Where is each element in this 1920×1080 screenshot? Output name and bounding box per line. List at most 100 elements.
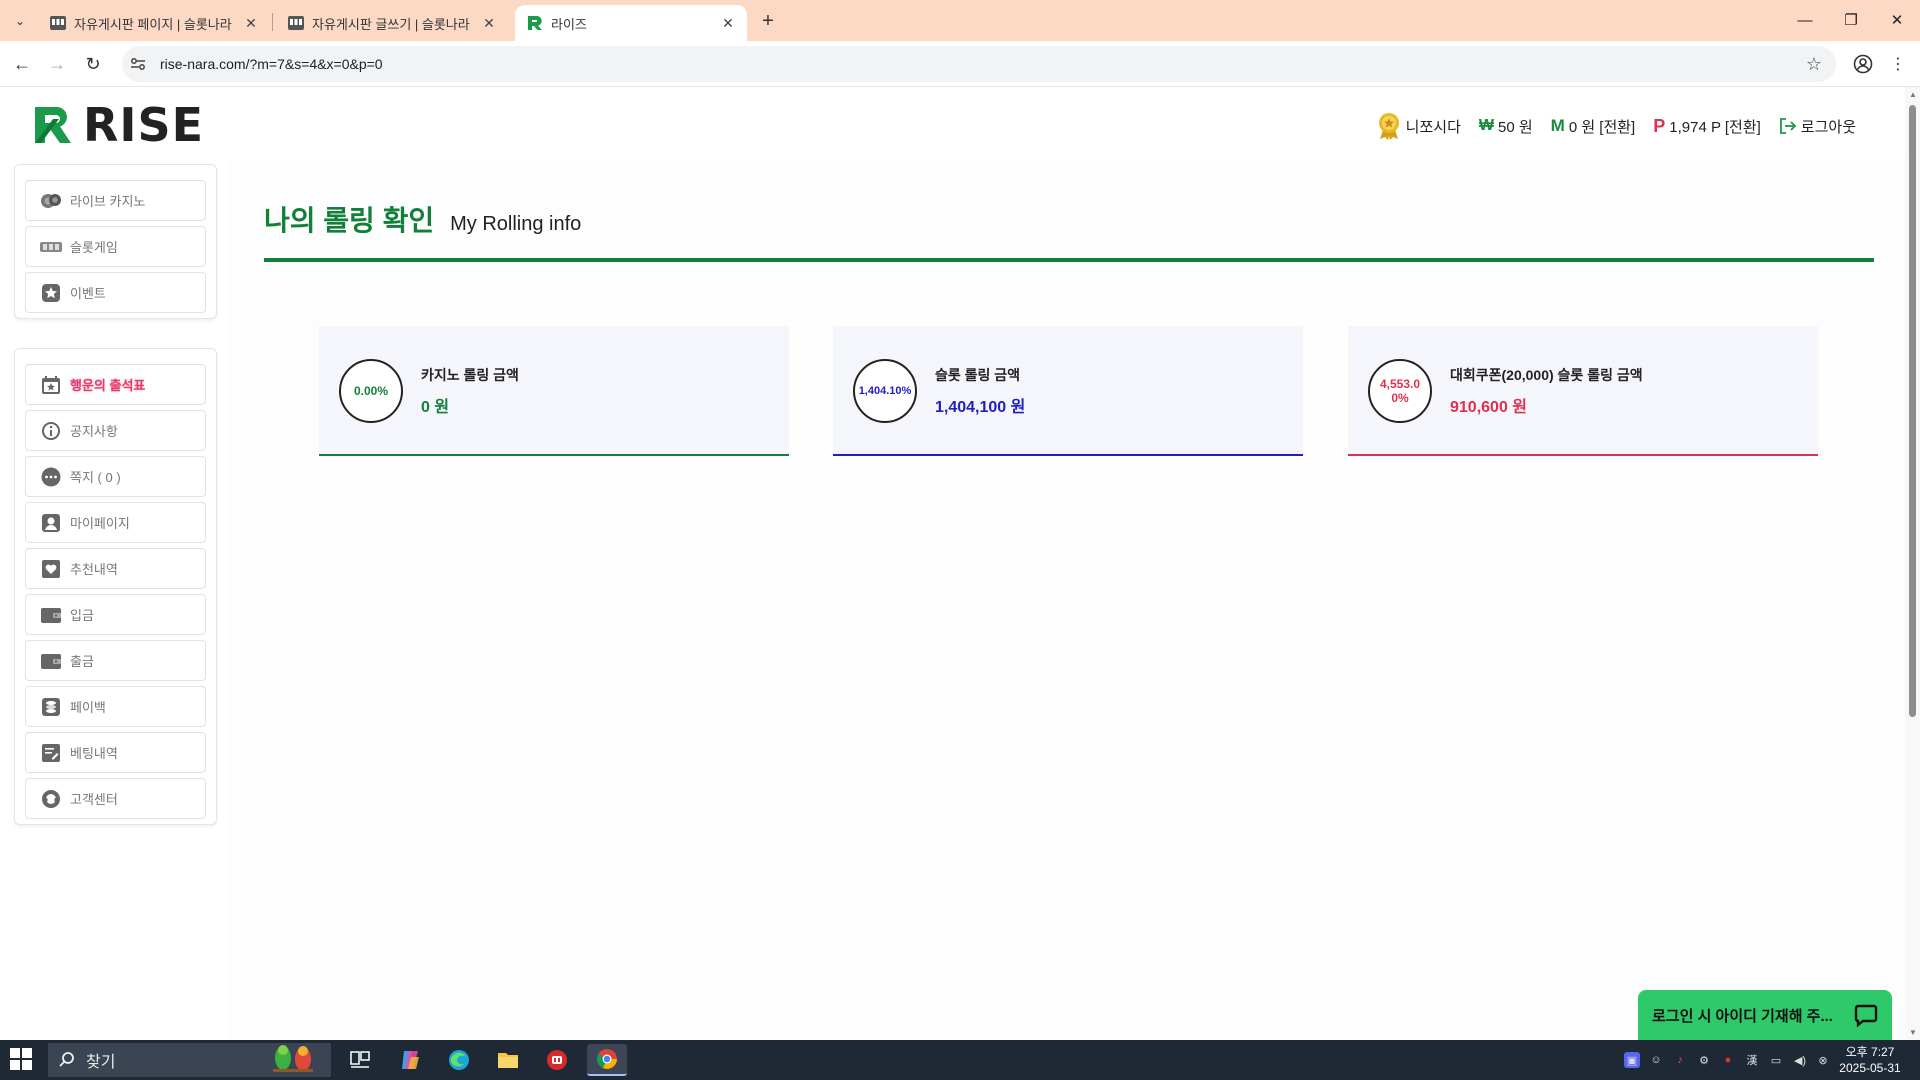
profile-icon[interactable] [1851,52,1875,76]
task-view-icon[interactable] [340,1044,380,1076]
tab-close-icon[interactable]: ✕ [480,14,498,32]
won-icon: ₩ [1478,117,1494,134]
tab-close-icon[interactable]: ✕ [719,14,737,32]
sidebar-item-label: 출금 [70,654,94,669]
chrome-browser-icon[interactable] [587,1044,627,1076]
logout-button[interactable]: 로그아웃 [1779,116,1856,137]
coin-stack-icon [40,696,62,718]
slotnara-favicon-icon [50,15,66,31]
close-window-icon[interactable]: ✕ [1882,8,1912,32]
info-icon [40,420,62,442]
sidebar-item-live-casino[interactable]: 라이브 카지노 [25,180,206,221]
slot-rolling-value: 1,404,100 원 [935,399,1026,416]
reload-icon[interactable]: ↻ [81,52,105,76]
site-info-icon[interactable] [128,54,148,74]
wallet-out-icon [40,650,62,672]
red-tray-icon[interactable]: ● [1720,1052,1736,1068]
minimize-icon[interactable]: — [1790,8,1820,32]
volume-icon[interactable]: ◀) [1792,1052,1808,1068]
back-arrow-icon[interactable]: ← [10,52,34,76]
sidebar-item-referral[interactable]: 추천내역 [25,548,206,589]
tab-close-icon[interactable]: ✕ [242,14,260,32]
tray-app-icon[interactable]: ▣ [1624,1052,1640,1068]
restore-icon[interactable]: ❐ [1836,8,1866,32]
document-edit-icon [40,742,62,764]
rise-logo-mark-icon [35,107,71,143]
coupon-rolling-card: 4,553.00% 대회쿠폰(20,000) 슬롯 롤링 금액 910,600 … [1348,326,1818,456]
scroll-up-icon[interactable]: ▲ [1909,90,1917,99]
point-balance[interactable]: P 1,974 P [전환] [1653,116,1761,137]
search-icon [59,1052,74,1067]
taskbar-search[interactable]: 찾기 [48,1043,331,1077]
coupon-rolling-value: 910,600 원 [1450,399,1528,416]
tab-title: 라이즈 [551,16,587,32]
taskbar-clock[interactable]: 오후 7:27 2025-05-31 [1835,1044,1905,1076]
sidebar-item-label: 추천내역 [70,562,118,577]
sidebar-item-deposit[interactable]: 입금 [25,594,206,635]
slotnara-favicon-icon [288,15,304,31]
sidebar-item-attendance[interactable]: 행운의 출석표 [25,364,206,405]
new-tab-button[interactable]: + [756,9,780,33]
sidebar-item-notice[interactable]: 공지사항 [25,410,206,451]
casino-rolling-label: 카지노 롤링 금액 [421,367,519,383]
won-balance-value: 50 원 [1497,118,1533,136]
red-app-icon[interactable] [537,1044,577,1076]
copilot-icon[interactable] [390,1044,430,1076]
logout-label: 로그아웃 [1800,118,1856,136]
clock-date: 2025-05-31 [1839,1061,1901,1075]
sidebar-item-customer-center[interactable]: 고객센터 [25,778,206,819]
tab-free-board-write[interactable]: 자유게시판 글쓰기 | 슬롯나라 ✕ [276,5,508,41]
live-chat-widget[interactable]: 로그인 시 아이디 기재해 주... [1638,990,1892,1040]
coupon-rolling-label: 대회쿠폰(20,000) 슬롯 롤링 금액 [1450,367,1643,383]
point-balance-value[interactable]: 1,974 P [전환] [1669,116,1761,137]
sidebar-item-withdraw[interactable]: 출금 [25,640,206,681]
windows-taskbar: 찾기 ▣ ☺ ♪ ⚙ ● 漢 ▭ ◀) ⊗ 오후 7:27 2025-05-31 [0,1040,1920,1080]
username: 니쪼시다 [1405,118,1461,136]
coupon-rolling-percent: 4,553.00% [1368,359,1432,423]
mic-tray-icon[interactable]: ♪ [1672,1052,1688,1068]
sidebar-item-payback[interactable]: 페이백 [25,686,206,727]
title-divider [264,258,1874,262]
sidebar-item-label: 베팅내역 [70,746,118,761]
sidebar-item-messages[interactable]: 쪽지 ( 0 ) [25,456,206,497]
windows-start-icon[interactable] [10,1048,34,1072]
sidebar-item-event[interactable]: 이벤트 [25,272,206,313]
tab-free-board-page[interactable]: 자유게시판 페이지 | 슬롯나라 ✕ [38,5,270,41]
scroll-down-icon[interactable]: ▼ [1909,1028,1917,1037]
clock-time: 오후 7:27 [1845,1045,1895,1059]
casino-rolling-value: 0 원 [421,399,450,416]
slot-rolling-card: 1,404.10% 슬롯 롤링 금액 1,404,100 원 [833,326,1303,456]
main-content-area [230,159,1905,1040]
scroll-thumb[interactable] [1909,105,1916,717]
page-scrollbar[interactable]: ▲ ▼ [1905,87,1920,1040]
chat-icon [1854,1003,1878,1031]
sidebar-item-slot-game[interactable]: 슬롯게임 [25,226,206,267]
sidebar-item-label: 마이페이지 [70,516,130,531]
steam-tray-icon[interactable]: ⚙ [1696,1052,1712,1068]
sidebar-item-betting-history[interactable]: 베팅내역 [25,732,206,773]
parrots-decoration-icon [263,1042,323,1079]
sidebar-item-label: 이벤트 [70,286,106,301]
sidebar-item-label: 슬롯게임 [70,240,118,255]
tab-rise[interactable]: 라이즈 ✕ [515,5,747,41]
sidebar-item-mypage[interactable]: 마이페이지 [25,502,206,543]
edge-browser-icon[interactable] [439,1044,479,1076]
address-bar[interactable]: rise-nara.com/?m=7&s=4&x=0&p=0 ☆ [122,46,1836,82]
m-balance[interactable]: M 0 원 [전환] [1551,116,1636,137]
m-balance-value[interactable]: 0 원 [전환] [1569,116,1635,137]
wallet-icon [40,604,62,626]
forward-arrow-icon[interactable]: → [45,52,69,76]
browser-menu-icon[interactable]: ⋮ [1886,52,1910,76]
logo-text: RISE [83,98,205,152]
site-logo[interactable]: RISE [33,98,204,152]
rise-favicon-icon [527,15,543,31]
slot-card-underline [833,454,1303,456]
notification-mute-icon[interactable]: ⊗ [1815,1052,1831,1068]
file-explorer-icon[interactable] [488,1044,528,1076]
ime-tray-icon[interactable]: 漢 [1744,1052,1760,1068]
bookmark-star-icon[interactable]: ☆ [1806,54,1822,75]
network-icon[interactable]: ▭ [1768,1052,1784,1068]
user-rank[interactable]: 니쪼시다 [1376,112,1461,140]
discord-tray-icon[interactable]: ☺ [1648,1052,1664,1068]
tab-search-button[interactable]: ⌄ [8,9,32,33]
